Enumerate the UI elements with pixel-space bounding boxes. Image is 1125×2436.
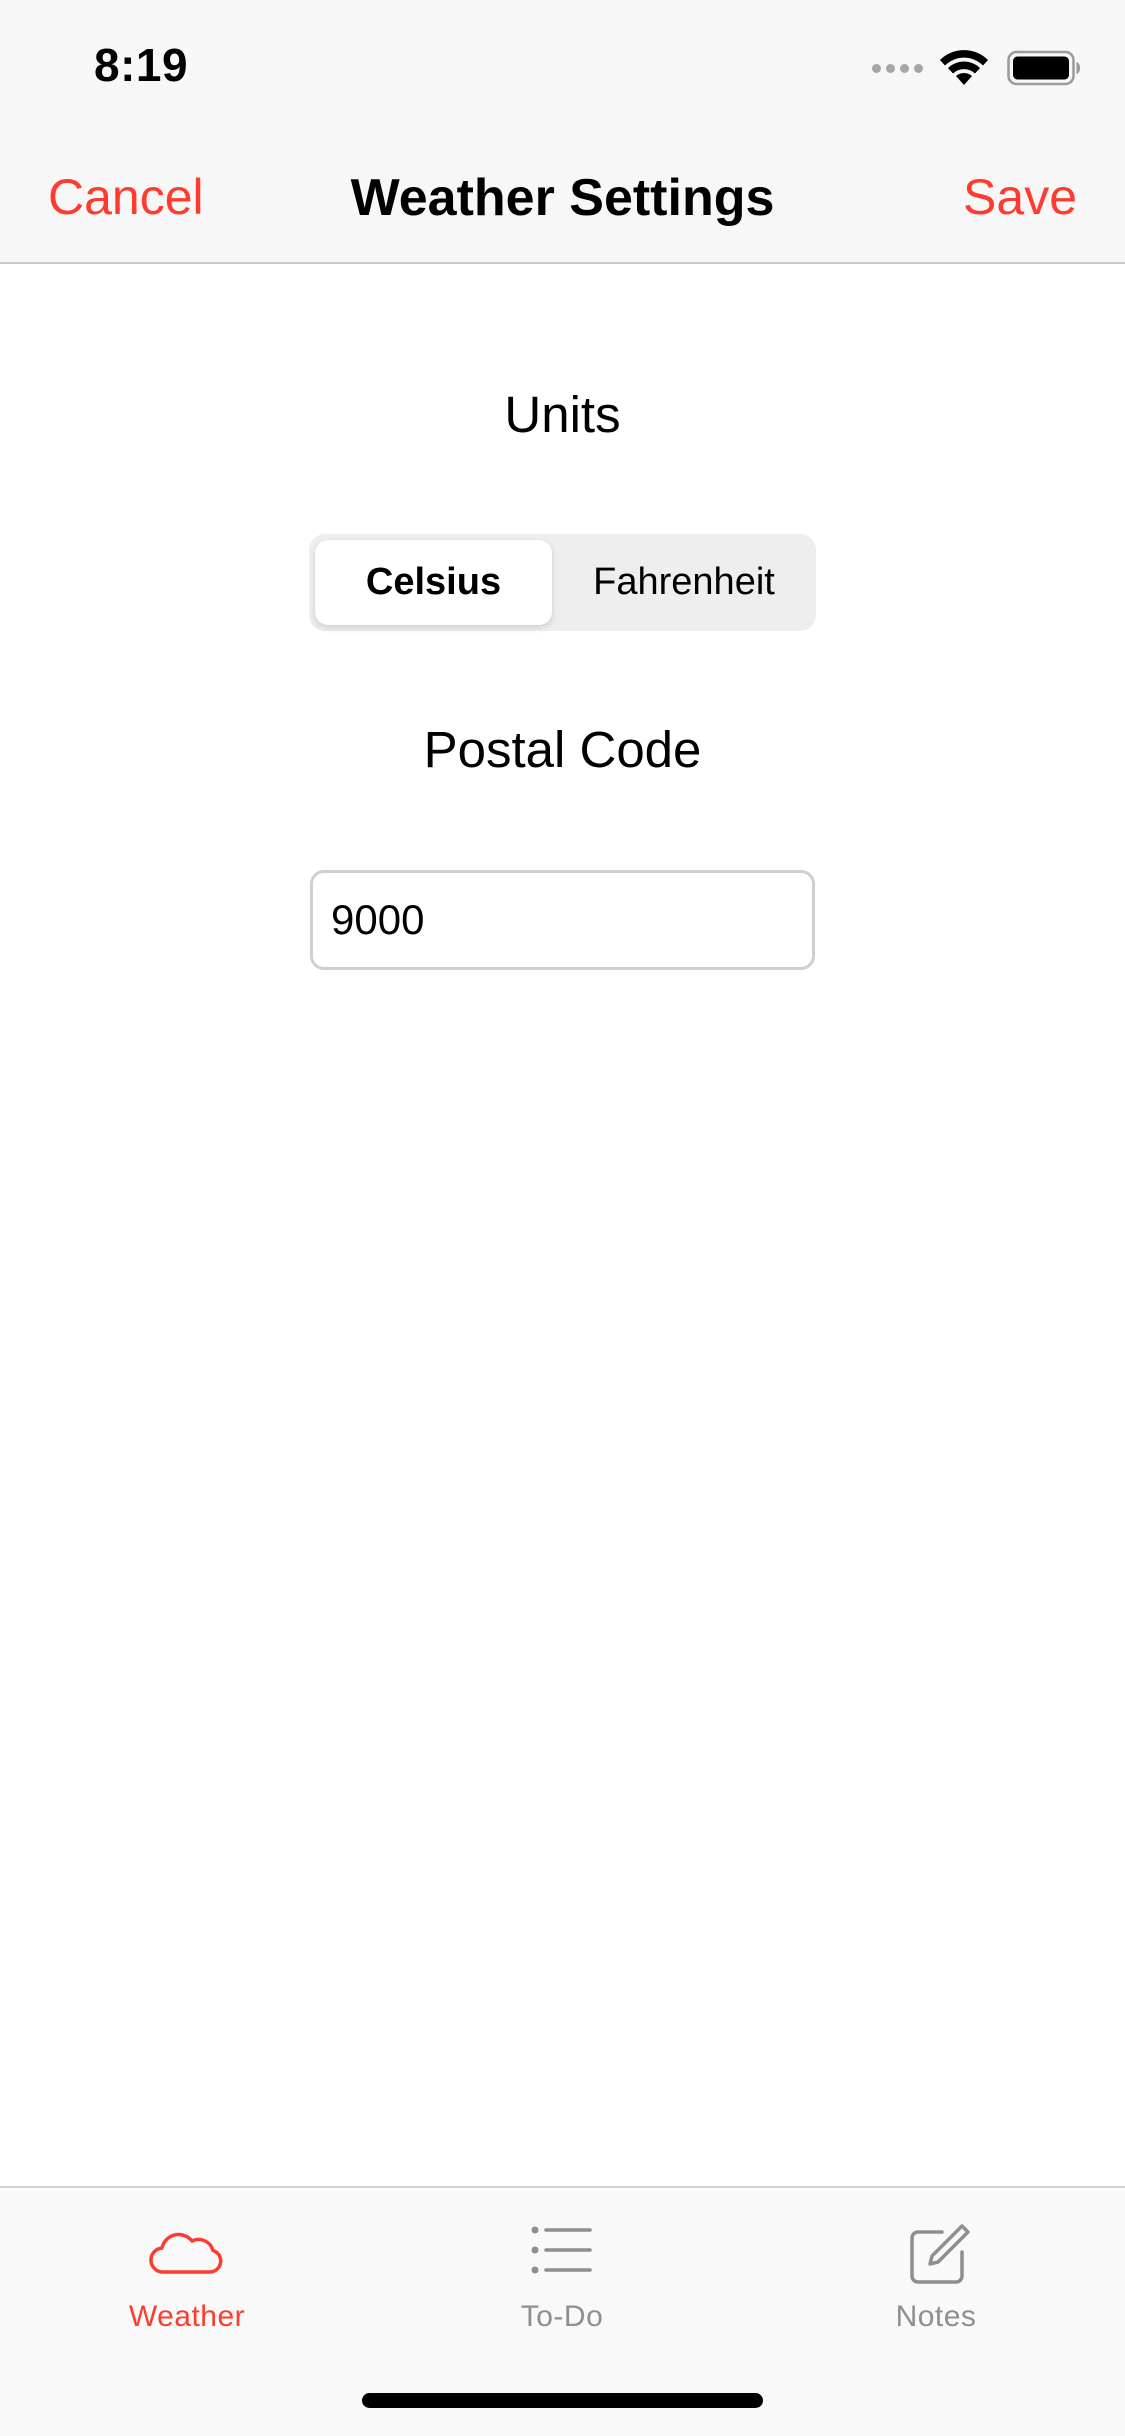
units-segmented-control: Celsius Fahrenheit bbox=[309, 534, 816, 631]
tab-notes-label: Notes bbox=[895, 2300, 977, 2333]
save-button[interactable]: Save bbox=[963, 168, 1077, 226]
cancel-button[interactable]: Cancel bbox=[48, 168, 204, 226]
compose-icon bbox=[910, 2224, 970, 2284]
battery-icon bbox=[1007, 50, 1080, 86]
segment-fahrenheit[interactable]: Fahrenheit bbox=[558, 540, 810, 625]
postal-code-input[interactable] bbox=[310, 870, 815, 970]
postal-code-label: Postal Code bbox=[423, 721, 702, 778]
cloud-icon bbox=[149, 2232, 223, 2274]
tab-weather-label: Weather bbox=[128, 2300, 246, 2333]
wifi-icon bbox=[940, 50, 988, 85]
units-label: Units bbox=[504, 386, 621, 443]
cellular-signal-icon bbox=[872, 63, 923, 73]
navigation-area: 8:19 Cancel Weather Settings Save bbox=[0, 0, 1125, 264]
tab-todo[interactable]: To-Do bbox=[442, 2214, 682, 2354]
status-time: 8:19 bbox=[94, 39, 189, 91]
tab-todo-label: To-Do bbox=[520, 2300, 604, 2333]
list-icon bbox=[531, 2226, 592, 2274]
tab-weather[interactable]: Weather bbox=[67, 2214, 307, 2354]
home-indicator[interactable] bbox=[362, 2393, 763, 2408]
tab-notes[interactable]: Notes bbox=[816, 2214, 1056, 2354]
status-icons bbox=[872, 48, 1081, 88]
segment-celsius[interactable]: Celsius bbox=[315, 540, 552, 625]
